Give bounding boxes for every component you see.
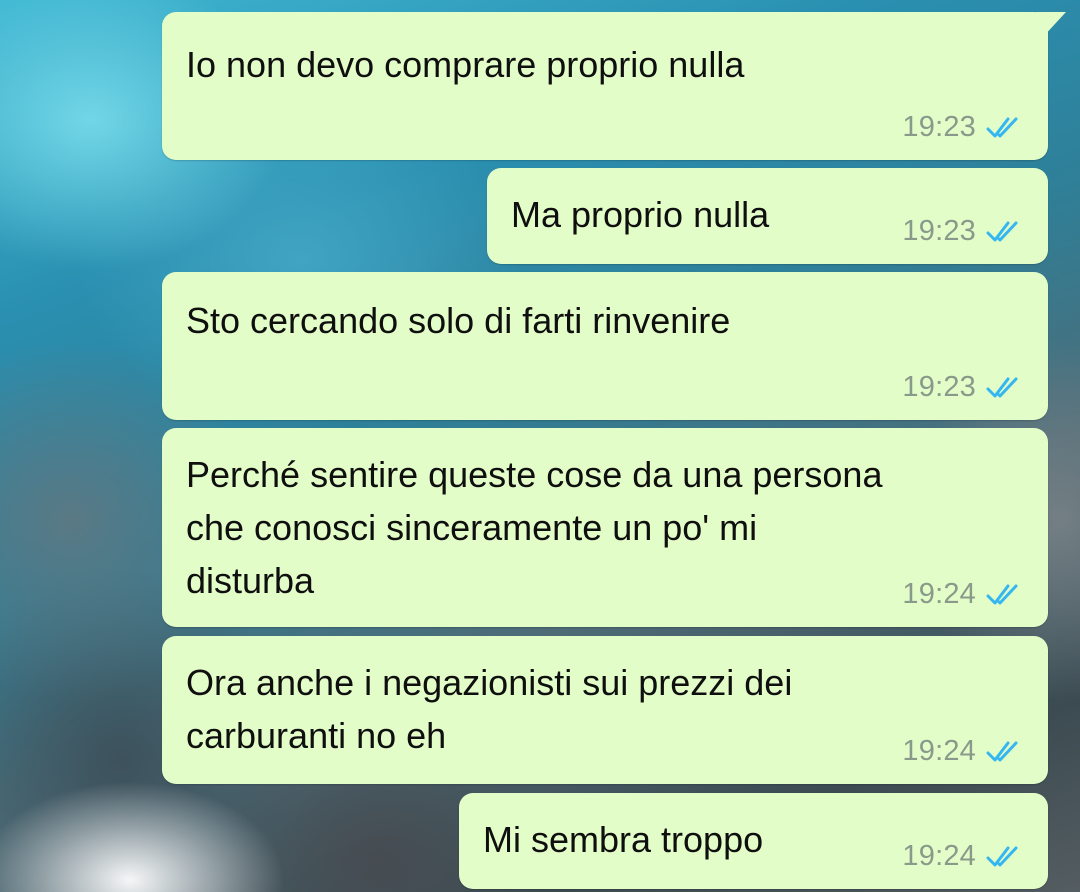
message-time: 19:24 [902, 735, 976, 767]
message-meta: 19:24 [902, 840, 1024, 873]
double-check-read-icon [986, 220, 1024, 244]
message-bubble[interactable]: Ora anche i negazionisti sui prezzi dei … [162, 636, 1048, 784]
message-time: 19:24 [902, 578, 976, 610]
message-text: Ora anche i negazionisti sui prezzi dei … [186, 662, 793, 756]
message-bubble[interactable]: Mi sembra troppo 19:24 [459, 793, 1048, 889]
message-time: 19:24 [902, 840, 976, 872]
double-check-read-icon [986, 116, 1024, 140]
message-bubble[interactable]: Sto cercando solo di farti rinvenire 19:… [162, 272, 1048, 420]
message-meta: 19:24 [902, 735, 1024, 768]
message-time: 19:23 [902, 215, 976, 247]
message-time: 19:23 [902, 371, 976, 403]
message-text: Perché sentire queste cose da una person… [186, 454, 883, 601]
double-check-read-icon [986, 740, 1024, 764]
message-meta: 19:23 [902, 215, 1024, 248]
message-bubble[interactable]: Io non devo comprare proprio nulla 19:23 [162, 12, 1066, 160]
message-text: Sto cercando solo di farti rinvenire [186, 300, 731, 341]
message-meta: 19:23 [902, 111, 1024, 144]
message-meta: 19:24 [902, 578, 1024, 611]
message-time: 19:23 [902, 111, 976, 143]
double-check-read-icon [986, 845, 1024, 869]
message-text: Ma proprio nulla [511, 194, 770, 235]
message-text: Mi sembra troppo [483, 819, 764, 860]
chat-message-list[interactable]: Io non devo comprare proprio nulla 19:23… [0, 0, 1080, 892]
message-bubble[interactable]: Perché sentire queste cose da una person… [162, 428, 1048, 627]
double-check-read-icon [986, 376, 1024, 400]
message-bubble[interactable]: Ma proprio nulla 19:23 [487, 168, 1048, 264]
message-text: Io non devo comprare proprio nulla [186, 44, 745, 85]
bubble-tail [1036, 12, 1066, 38]
message-meta: 19:23 [902, 371, 1024, 404]
double-check-read-icon [986, 583, 1024, 607]
